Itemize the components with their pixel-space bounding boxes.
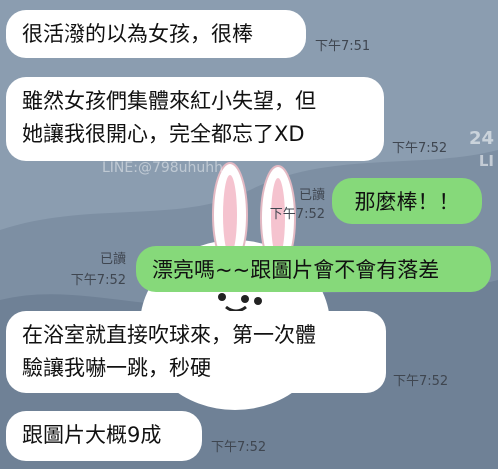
message-text: 很活潑的以為女孩，很棒 [22,22,253,46]
message-text: 跟圖片大概9成 [22,423,162,447]
message-text: 漂亮嗎~~跟圖片會不會有落差 [152,258,440,282]
read-receipt: 已讀 [99,252,126,267]
message-time: 下午7:52 [211,440,267,455]
message-text-line: 驗讓我嚇一跳，秒硬 [22,356,211,380]
side-mark-top: 24 [468,128,494,149]
message-bubble-incoming[interactable]: 雖然女孩們集體來紅小失望，但 她讓我很開心，完全都忘了XD [6,77,384,161]
message-time: 下午7:52 [393,374,449,389]
message-text-line: 她讓我很開心，完全都忘了XD [22,122,305,146]
message-bubble-incoming[interactable]: 在浴室就直接吹球來，第一次體 驗讓我嚇一跳，秒硬 [6,311,386,393]
message-bubble-outgoing[interactable]: 漂亮嗎~~跟圖片會不會有落差 [136,246,491,292]
watermark-text: LINE:@798uhuhh [102,160,224,176]
message-time: 下午7:52 [392,141,448,156]
chat-background [0,0,498,469]
message-bubble-outgoing[interactable]: 那麼棒！！ [332,178,482,224]
message-text-line: 在浴室就直接吹球來，第一次體 [22,323,316,347]
message-time: 下午7:51 [315,39,371,54]
side-mark-bottom: LI [478,152,494,170]
message-bubble-incoming[interactable]: 跟圖片大概9成 [6,411,202,461]
read-receipt: 已讀 [298,188,325,203]
message-text-line: 雖然女孩們集體來紅小失望，但 [22,89,316,113]
message-bubble-incoming[interactable]: 很活潑的以為女孩，很棒 [6,10,306,58]
message-time: 下午7:52 [70,273,126,288]
message-text: 那麼棒！！ [354,190,460,214]
message-time: 下午7:52 [269,207,325,222]
